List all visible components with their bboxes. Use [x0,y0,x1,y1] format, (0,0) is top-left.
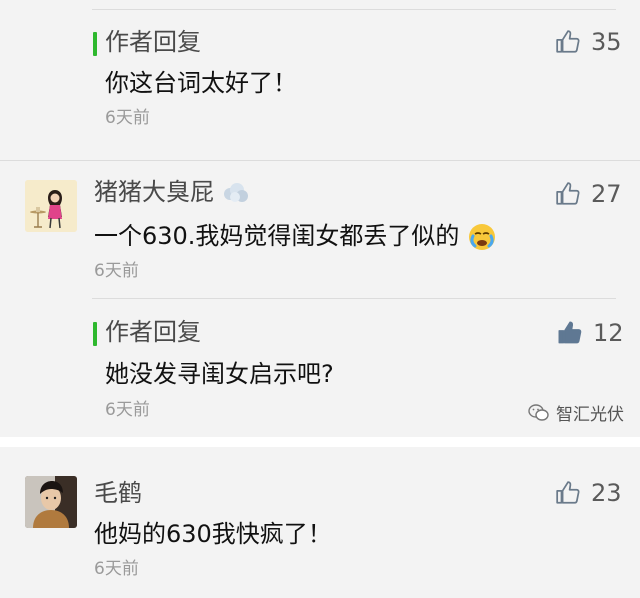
separator [92,298,616,299]
like-count: 35 [591,28,622,56]
comment-author[interactable]: 猪猪大臭屁 [94,177,250,207]
wechat-icon [528,403,549,421]
thumbs-up-icon [556,30,580,53]
avatar-girl-icon [25,180,77,232]
like-button[interactable]: 23 [555,479,622,507]
avatar-photo-icon [25,476,77,528]
separator-top [92,9,616,10]
like-count: 23 [591,479,622,507]
like-count: 12 [593,319,624,347]
reply-content: 你这台词太好了！ [105,69,297,97]
reply-time: 6天前 [105,108,150,128]
thumbs-up-icon [556,182,580,205]
reply-indicator-bar [93,32,97,56]
like-button[interactable]: 12 [557,319,624,347]
comment-author[interactable]: 毛鹤 [94,478,142,508]
separator [0,160,640,161]
avatar[interactable] [25,476,77,528]
reply-time: 6天前 [105,400,150,420]
steam-emoji-icon [223,183,248,202]
like-count: 27 [591,180,622,208]
thumbs-up-icon [556,481,580,504]
like-button[interactable]: 35 [555,28,622,56]
reply-content: 她没发寻闺女启示吧? [105,360,334,388]
comment-time: 6天前 [94,261,139,281]
crying-face-emoji-icon [469,224,496,250]
like-button[interactable]: 27 [555,180,622,208]
watermark: 智汇光伏 [528,400,624,425]
comment-time: 6天前 [94,559,139,579]
reply-label: 作者回复 [105,28,201,56]
watermark-text: 智汇光伏 [556,405,624,425]
comment-content: 他妈的630我快疯了！ [94,520,332,548]
reply-indicator-bar [93,322,97,346]
section-divider [0,437,640,447]
avatar[interactable] [25,180,77,232]
comment-content: 一个630.我妈觉得闺女都丢了似的 [94,220,497,252]
thumbs-up-filled-icon [558,321,582,344]
reply-label: 作者回复 [105,318,201,346]
